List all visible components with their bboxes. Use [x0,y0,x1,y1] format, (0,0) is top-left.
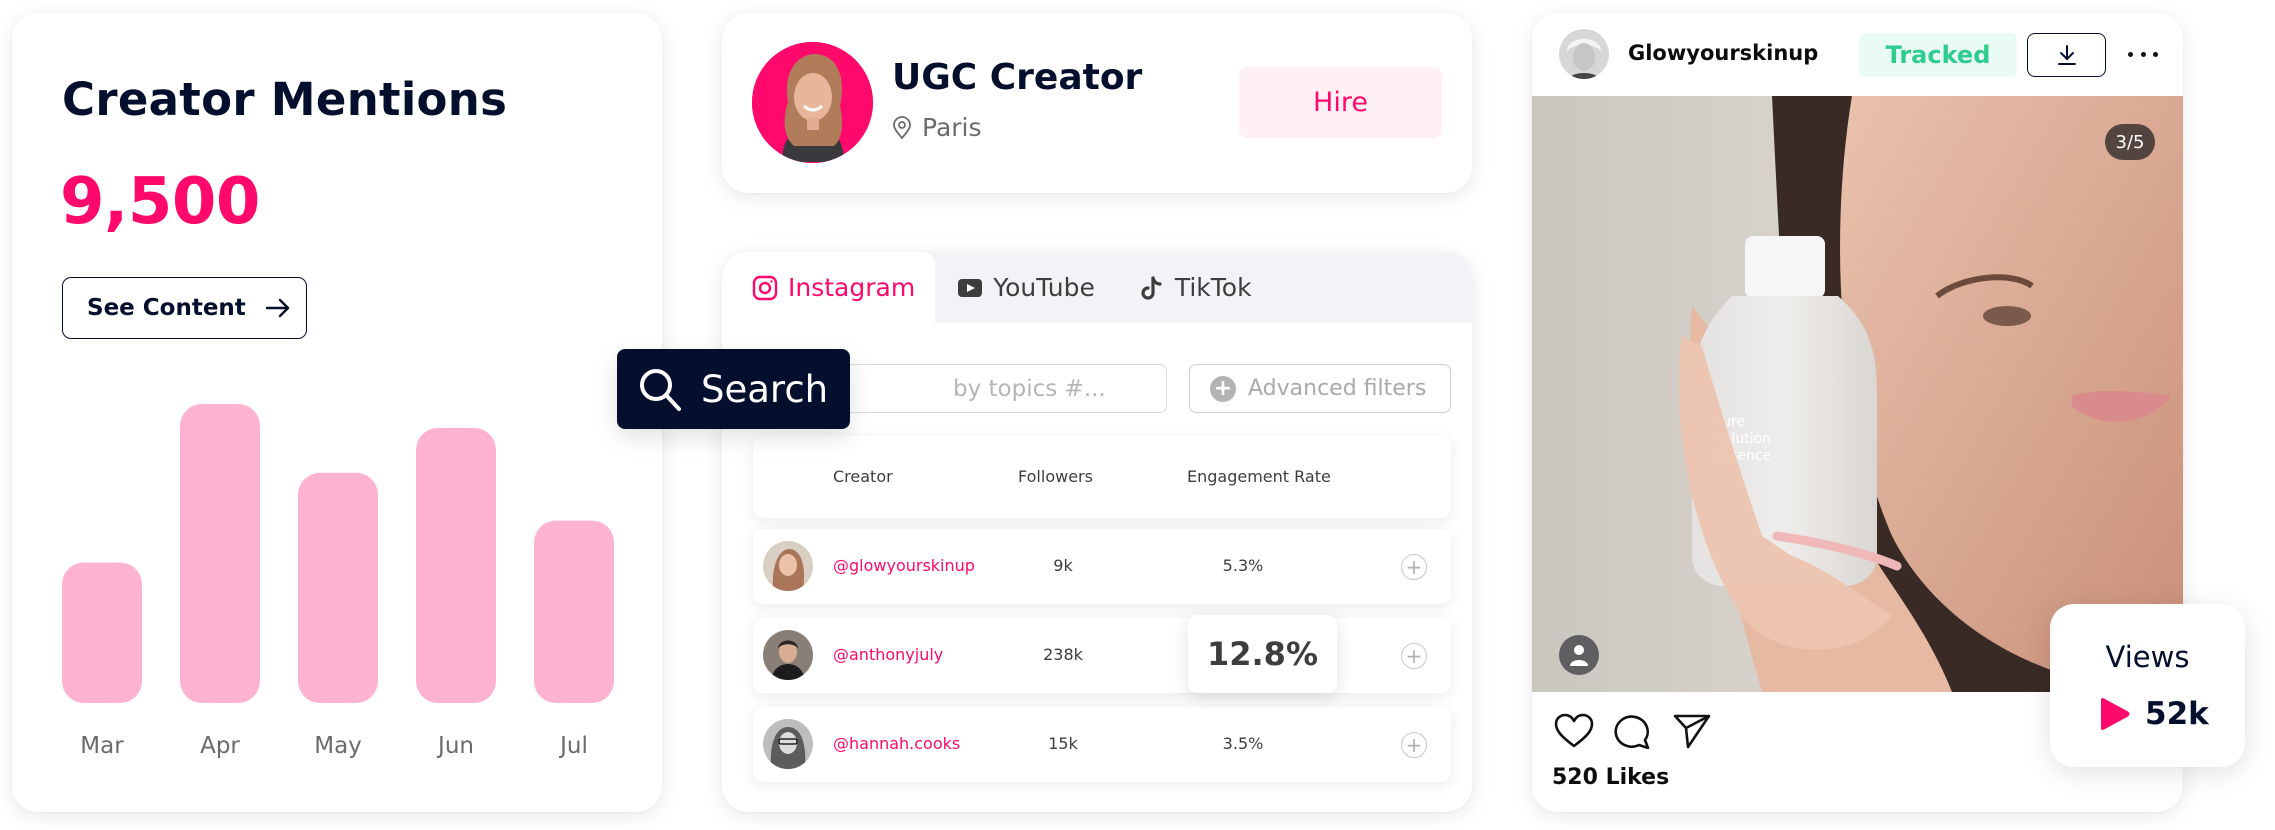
table-row[interactable]: @glowyourskinup 9k 5.3% + [753,529,1451,604]
profile-location: Paris [892,113,982,142]
creator-handle[interactable]: @anthonyjuly [833,645,943,664]
hire-button[interactable]: Hire [1239,67,1442,138]
search-input[interactable]: by topics #... [812,364,1167,413]
advanced-filters-button[interactable]: + Advanced filters [1189,364,1451,413]
product-photo: Pure Solution Essence [1532,96,2183,692]
heart-icon[interactable] [1554,713,1594,749]
plus-circle-icon: + [1210,375,1236,402]
creator-search-card: Instagram YouTube TikTok by topics #... … [722,252,1472,812]
tab-label: TikTok [1174,273,1252,302]
tab-label: YouTube [993,273,1095,302]
bar-jul [534,520,614,703]
x-tick-label: Jul [558,733,588,759]
followers-count: 238k [1043,645,1083,664]
plus-circle-icon[interactable]: + [1401,554,1427,580]
creator-portrait [752,42,873,163]
followers-count: 15k [1048,734,1078,753]
engagement-rate-highlight: 12.8% [1188,615,1337,693]
mentions-bar-chart: Mar Apr May Jun Jul [62,404,614,759]
x-tick-label: Jun [436,733,474,759]
instagram-icon [752,275,778,300]
avatar[interactable] [752,42,873,163]
more-options-icon[interactable] [2128,43,2158,65]
views-label: Views [2105,640,2190,674]
views-count: 52k [2145,696,2209,732]
bar-jun [416,427,496,703]
views-value-row: 52k [2097,696,2209,732]
table-header: Creator Followers Engagement Rate [753,436,1451,518]
bar-mar [62,562,142,703]
search-placeholder: by topics #... [953,375,1106,402]
tab-youtube[interactable]: YouTube [935,252,1117,323]
x-tick-label: Mar [80,733,124,759]
post-image[interactable]: Pure Solution Essence 3/5 [1532,96,2183,692]
followers-count: 9k [1053,556,1073,575]
avatar [763,541,813,591]
tiktok-icon [1141,275,1162,300]
avatar [763,630,813,680]
likes-count: 520 Likes [1552,765,1670,790]
tab-instagram[interactable]: Instagram [722,252,936,323]
tab-tiktok[interactable]: TikTok [1117,252,1274,323]
creator-handle[interactable]: @glowyourskinup [833,556,975,575]
search-button[interactable]: Search [617,349,850,429]
bar-may [298,472,378,703]
engagement-rate: 5.3% [1222,556,1264,575]
platform-tabs: Instagram YouTube TikTok [722,252,1472,323]
user-icon [1570,645,1588,666]
youtube-icon [958,278,983,297]
creator-profile-card: UGC Creator Paris Hire [722,13,1472,193]
search-icon [640,369,681,411]
bar-apr [180,404,260,703]
advanced-filters-label: Advanced filters [1248,376,1427,401]
play-icon [2101,698,2130,730]
avatar [763,719,813,769]
comment-icon[interactable] [1612,713,1652,749]
plus-circle-icon[interactable]: + [1401,732,1427,758]
status-badge: Tracked [1859,33,2017,77]
table-row[interactable]: @hannah.cooks 15k 3.5% + [753,707,1451,782]
search-button-label: Search [701,367,829,411]
creator-handle[interactable]: @hannah.cooks [833,734,960,753]
column-header-followers: Followers [1018,467,1093,486]
tab-label: Instagram [788,273,916,302]
table-row[interactable]: @anthonyjuly 238k + [753,618,1451,693]
share-icon[interactable] [1672,713,1712,749]
download-icon [2057,45,2076,65]
column-header-engagement: Engagement Rate [1187,467,1331,486]
x-tick-label: Apr [200,733,240,759]
location-text: Paris [922,113,982,142]
post-username[interactable]: Glowyourskinup [1628,41,1818,65]
slide-counter: 3/5 [2105,124,2155,160]
avatar[interactable] [1559,29,1609,79]
views-card: Views 52k [2050,604,2245,767]
tagged-user-button[interactable] [1559,635,1599,675]
x-tick-label: May [314,733,362,759]
download-button[interactable] [2027,33,2106,77]
column-header-creator: Creator [833,467,893,486]
map-pin-icon [893,115,911,139]
profile-name: UGC Creator [892,57,1143,98]
plus-circle-icon[interactable]: + [1401,643,1427,669]
creator-mentions-card: Creator Mentions 9,500 See Content Mar Ap… [12,13,662,812]
engagement-rate: 3.5% [1222,734,1264,753]
